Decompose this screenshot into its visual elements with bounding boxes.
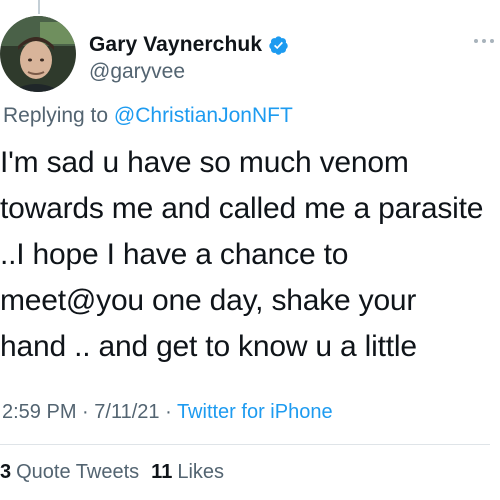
- tweet-meta: 2:59 PM · 7/11/21 · Twitter for iPhone: [2, 401, 333, 424]
- meta-separator: ·: [159, 401, 177, 423]
- author-handle[interactable]: @garyvee: [89, 60, 185, 84]
- likes-count: 11: [151, 461, 173, 483]
- tweet-text: I'm sad u have so much venom towards me …: [0, 146, 484, 363]
- author-display-name[interactable]: Gary Vaynerchuk: [89, 33, 262, 57]
- more-dot: [474, 39, 478, 43]
- more-dot: [490, 39, 494, 43]
- quote-tweets-count: 3: [0, 461, 12, 483]
- tweet-date[interactable]: 7/11/21: [94, 401, 159, 423]
- likes-label: Likes: [177, 461, 225, 483]
- avatar[interactable]: [0, 16, 76, 92]
- quote-tweets-label: Quote Tweets: [16, 461, 140, 483]
- tweet-time[interactable]: 2:59 PM: [2, 401, 76, 423]
- replying-to-line: Replying to @ChristianJonNFT: [3, 104, 293, 128]
- likes-stat[interactable]: 11 Likes: [151, 461, 224, 484]
- reply-mention-link[interactable]: @ChristianJonNFT: [114, 104, 293, 127]
- meta-separator: ·: [76, 401, 95, 423]
- thread-connector-line: [38, 0, 40, 14]
- tweet-source-link[interactable]: Twitter for iPhone: [177, 401, 333, 423]
- verified-badge-icon: [268, 35, 289, 56]
- replying-to-label: Replying to: [3, 104, 114, 127]
- engagement-stats: 3 Quote Tweets 11 Likes: [0, 461, 224, 484]
- author-name-row[interactable]: Gary Vaynerchuk: [89, 33, 289, 57]
- more-dot: [482, 39, 486, 43]
- tweet-detail: Gary Vaynerchuk @garyvee Replying to @Ch…: [0, 0, 500, 500]
- divider: [0, 444, 490, 445]
- more-options-icon[interactable]: [474, 34, 494, 48]
- quote-tweets-stat[interactable]: 3 Quote Tweets: [0, 461, 139, 484]
